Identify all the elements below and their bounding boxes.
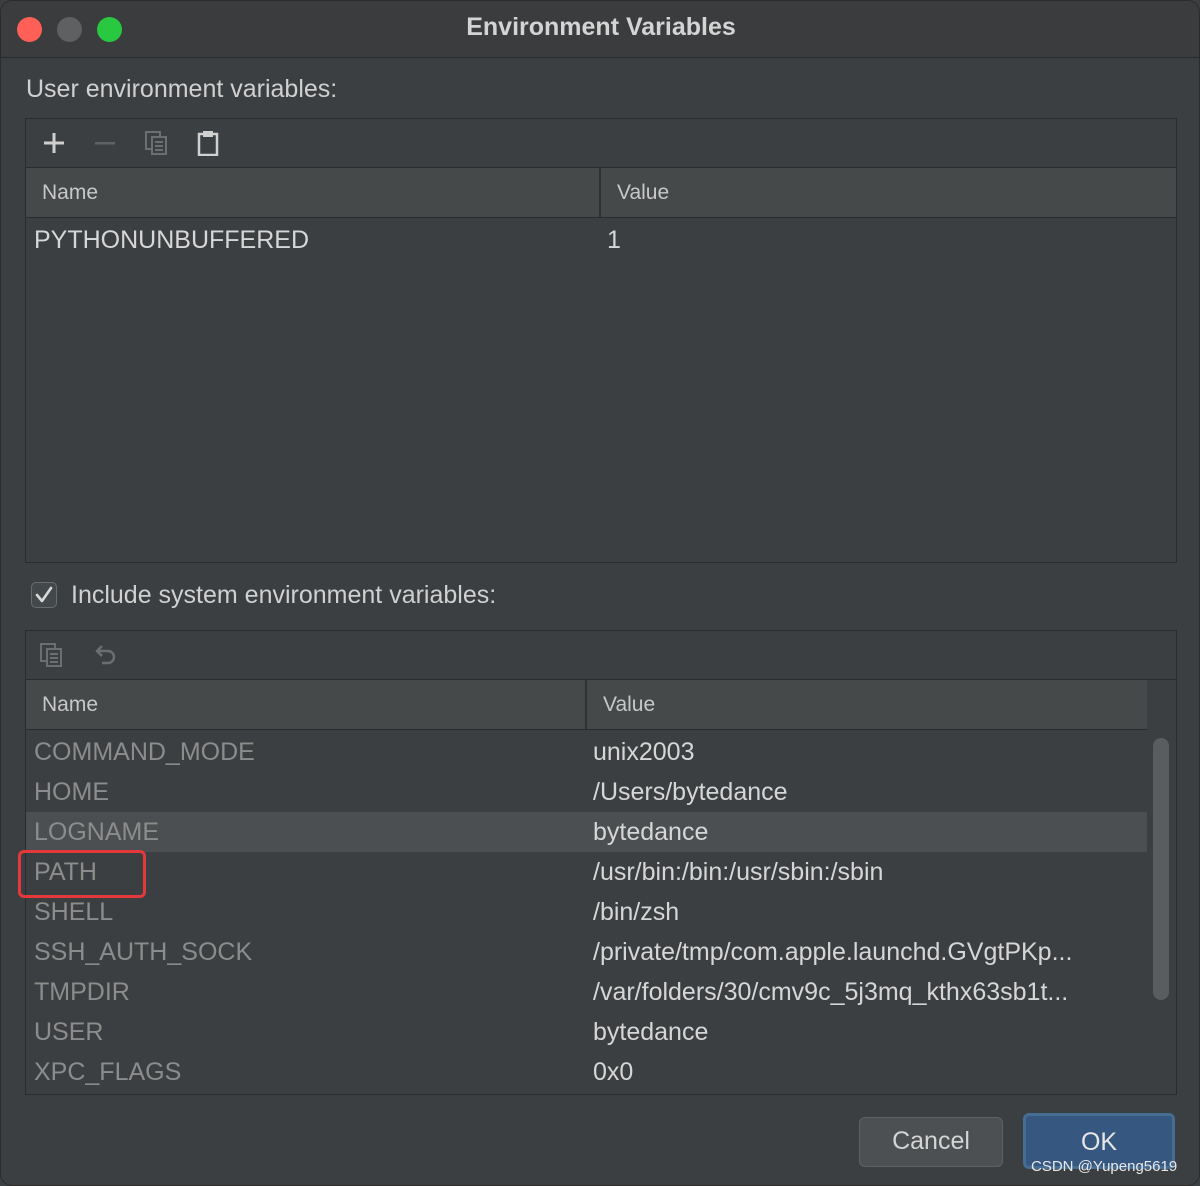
variable-value: /bin/zsh [593, 898, 680, 926]
dialog-title: Environment Variables [466, 13, 736, 41]
remove-icon[interactable] [89, 127, 121, 159]
table-row[interactable]: USER bytedance [26, 1012, 1147, 1052]
user-variables-label: User environment variables: [26, 75, 338, 103]
include-system-variables-label[interactable]: Include system environment variables: [71, 581, 496, 610]
table-row[interactable]: TMPDIR /var/folders/30/cmv9c_5j3mq_kthx6… [26, 972, 1147, 1012]
user-variables-toolbar [26, 119, 1176, 168]
variable-name: XPC_FLAGS [34, 1058, 182, 1086]
user-variables-header: Name Value [26, 168, 1176, 218]
add-icon[interactable] [38, 127, 70, 159]
user-variables-panel: Name Value PYTHONUNBUFFERED 1 [25, 118, 1177, 563]
value-column-header[interactable]: Value [599, 168, 1176, 217]
variable-name: SSH_AUTH_SOCK [34, 938, 253, 966]
variable-value: /Users/bytedance [593, 778, 788, 806]
cancel-button[interactable]: Cancel [859, 1117, 1003, 1167]
name-column-header[interactable]: Name [26, 680, 585, 729]
variable-value: unix2003 [593, 738, 695, 766]
variable-value: bytedance [593, 1018, 709, 1046]
variable-name: PYTHONUNBUFFERED [34, 226, 310, 254]
watermark: CSDN @Yupeng5619 [1031, 1158, 1178, 1175]
variable-name: HOME [34, 778, 109, 806]
table-row[interactable]: SHELL /bin/zsh [26, 892, 1147, 932]
table-row-selected[interactable]: LOGNAME bytedance [26, 812, 1147, 852]
variable-value: 0x0 [593, 1058, 634, 1086]
variable-name: COMMAND_MODE [34, 738, 255, 766]
variable-value: bytedance [593, 818, 709, 846]
variable-value: /usr/bin:/bin:/usr/sbin:/sbin [593, 858, 884, 886]
checkmark-icon [35, 586, 53, 603]
environment-variables-dialog: Environment Variables User environment v… [0, 0, 1200, 1186]
table-row[interactable]: PYTHONUNBUFFERED 1 [26, 220, 1176, 260]
system-variables-panel: Name Value COMMAND_MODE unix2003 HOME /U… [25, 630, 1177, 1095]
table-row[interactable]: PATH /usr/bin:/bin:/usr/sbin:/sbin [26, 852, 1147, 892]
variable-name: TMPDIR [34, 978, 130, 1006]
variable-value: /var/folders/30/cmv9c_5j3mq_kthx63sb1t..… [593, 978, 1069, 1006]
table-row[interactable]: SSH_AUTH_SOCK /private/tmp/com.apple.lau… [26, 932, 1147, 972]
system-variables-toolbar [26, 631, 1176, 680]
name-column-header[interactable]: Name [26, 168, 599, 217]
paste-icon[interactable] [192, 127, 224, 159]
path-highlight-annotation [18, 850, 146, 898]
system-variables-header: Name Value [26, 680, 1147, 730]
title-bar: Environment Variables [1, 1, 1199, 58]
table-row[interactable]: XPC_FLAGS 0x0 [26, 1052, 1147, 1092]
copy-icon[interactable] [36, 639, 68, 671]
table-row[interactable]: HOME /Users/bytedance [26, 772, 1147, 812]
undo-icon[interactable] [89, 639, 121, 671]
variable-name: LOGNAME [34, 818, 160, 846]
variable-value: /private/tmp/com.apple.launchd.GVgtPKp..… [593, 938, 1073, 966]
copy-icon[interactable] [141, 127, 173, 159]
variable-name: USER [34, 1018, 104, 1046]
include-system-variables-checkbox[interactable] [31, 582, 57, 608]
system-variables-scrollbar[interactable] [1153, 738, 1169, 1000]
value-column-header[interactable]: Value [585, 680, 1147, 729]
table-row[interactable]: COMMAND_MODE unix2003 [26, 732, 1147, 772]
variable-value: 1 [607, 226, 621, 254]
variable-name: SHELL [34, 898, 114, 926]
